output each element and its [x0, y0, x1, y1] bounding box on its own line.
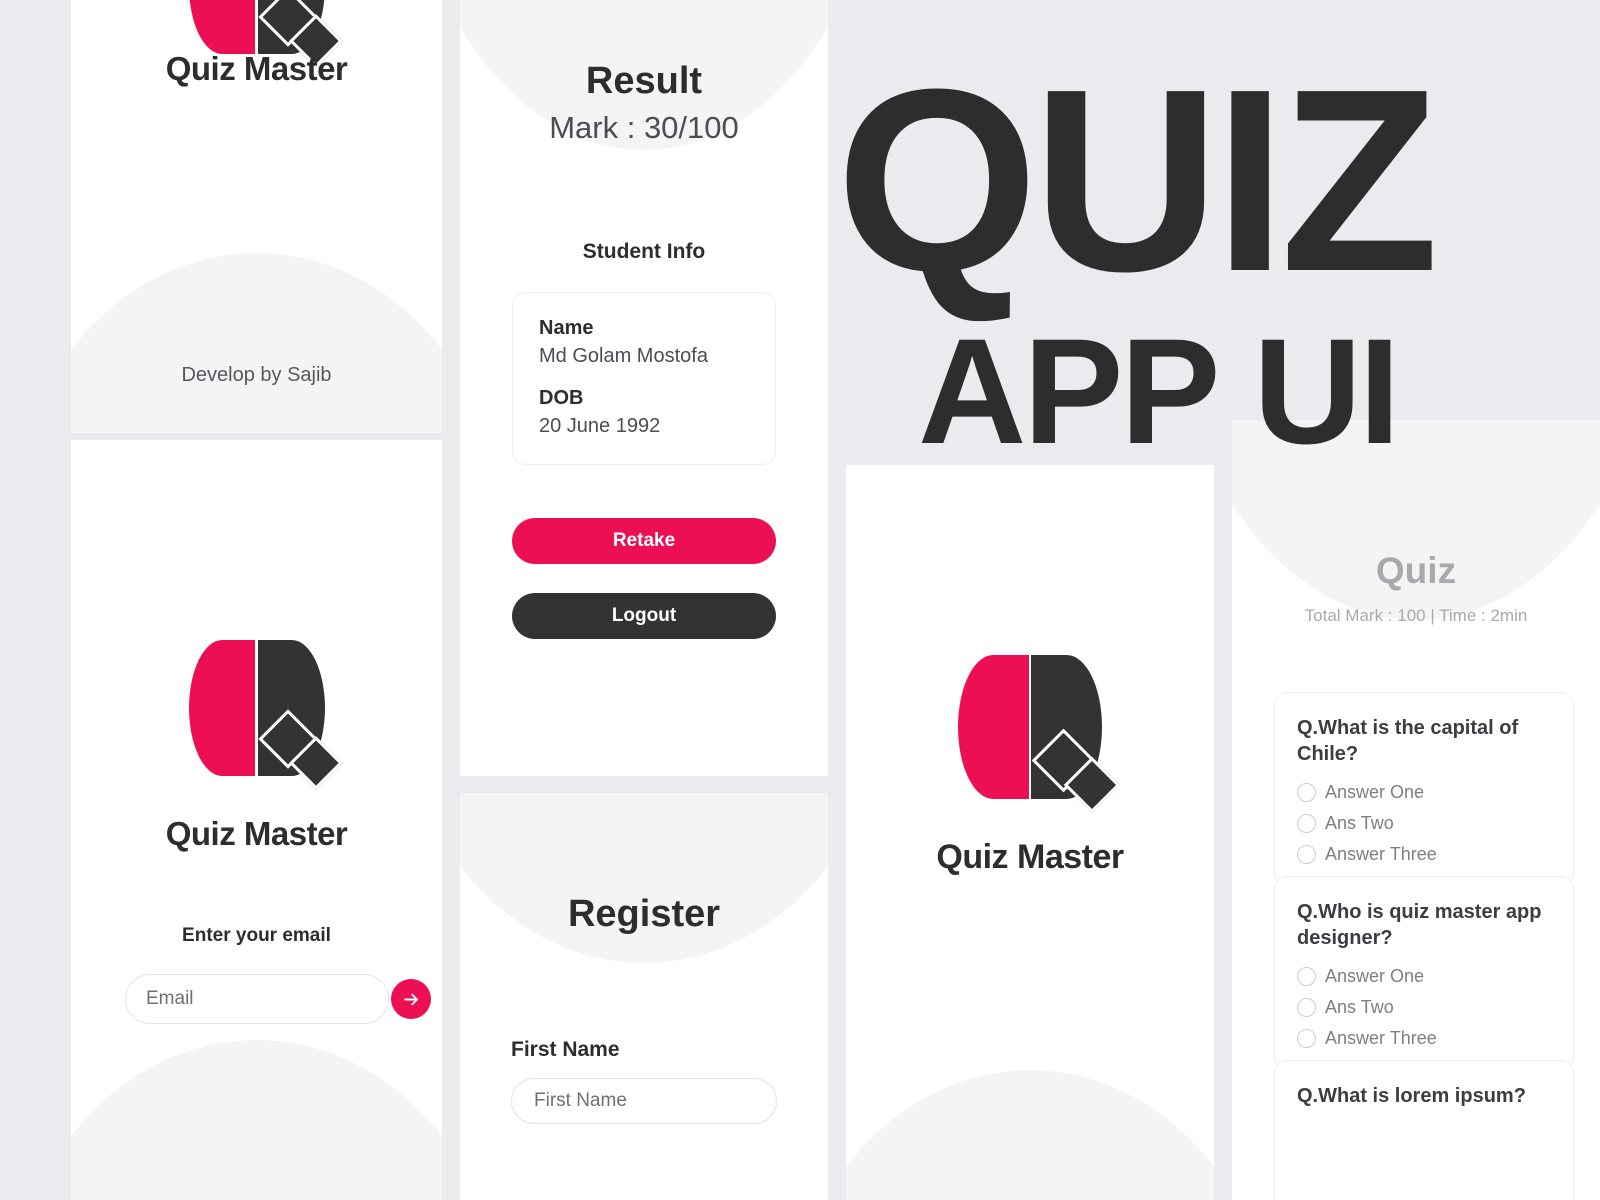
radio-icon[interactable] — [1297, 813, 1316, 833]
splash-top-brand: Quiz Master — [165, 50, 348, 87]
question-text: Q.Who is quiz master app designer? — [1297, 901, 1542, 950]
question-card: Q.What is lorem ipsum? — [1274, 1060, 1574, 1200]
student-name-value: Md Golam Mostofa — [539, 345, 708, 367]
question-text: Q.What is lorem ipsum? — [1297, 1085, 1526, 1107]
first-name-input[interactable] — [534, 1090, 779, 1112]
email-input-row[interactable] — [125, 974, 431, 1024]
answer-options: Answer One Ans Two Answer Three — [1297, 966, 1551, 1049]
email-input[interactable] — [146, 988, 391, 1010]
quiz-master-logo-icon — [188, 640, 343, 790]
design-board: QUIZ APP UI Quiz Master Develop by Sajib… — [0, 0, 1600, 1200]
splash-top-bottom-arc — [71, 253, 442, 433]
answer-option[interactable]: Answer One — [1297, 782, 1457, 803]
answer-option[interactable]: Ans Two — [1297, 813, 1394, 834]
answer-option[interactable]: Ans Two — [1297, 997, 1394, 1018]
quiz-master-logo-icon — [188, 0, 343, 68]
login-brand: Quiz Master — [165, 815, 348, 852]
answer-option-label: Ans Two — [1325, 996, 1394, 1017]
radio-icon[interactable] — [1297, 844, 1316, 864]
radio-icon[interactable] — [1297, 1028, 1316, 1048]
logout-button[interactable]: Logout — [512, 593, 776, 639]
answer-option[interactable]: Answer One — [1297, 966, 1457, 987]
question-text: Q.What is the capital of Chile? — [1297, 717, 1519, 766]
arrow-right-icon[interactable] — [391, 979, 431, 1019]
result-mark: Mark : 30/100 — [549, 110, 739, 145]
answer-option-label: Answer Three — [1325, 1027, 1437, 1048]
splash-screen-bottom: Quiz Master — [846, 465, 1214, 1200]
student-info-card: Name Md Golam Mostofa DOB 20 June 1992 — [512, 292, 776, 465]
login-bottom-arc — [71, 1040, 442, 1200]
answer-option-label: Answer One — [1325, 781, 1425, 802]
student-name-label: Name — [539, 317, 594, 339]
splash-screen-top: Quiz Master Develop by Sajib — [71, 0, 442, 433]
first-name-input-row[interactable] — [511, 1078, 779, 1124]
student-info-heading: Student Info — [582, 240, 706, 263]
retake-button[interactable]: Retake — [512, 518, 776, 564]
radio-icon[interactable] — [1297, 782, 1316, 802]
quiz-title: Quiz — [1375, 550, 1457, 591]
login-email-label: Enter your email — [182, 925, 331, 946]
logo-left-half — [958, 655, 1029, 799]
answer-option[interactable]: Answer Three — [1297, 844, 1551, 865]
result-title: Result — [585, 60, 703, 102]
student-dob-label: DOB — [539, 387, 584, 409]
radio-icon[interactable] — [1297, 997, 1316, 1017]
student-dob-value: 20 June 1992 — [539, 415, 661, 437]
question-card: Q.What is the capital of Chile? Answer O… — [1274, 692, 1574, 886]
splash-top-footer: Develop by Sajib — [181, 364, 332, 386]
splash-bottom-arc — [846, 1070, 1214, 1200]
first-name-label: First Name — [511, 1038, 620, 1061]
question-card: Q.Who is quiz master app designer? Answe… — [1274, 876, 1574, 1070]
quiz-master-logo-icon — [958, 655, 1121, 814]
answer-option-label: Answer Three — [1325, 843, 1437, 864]
register-header-arc — [460, 793, 828, 963]
splash-bottom-brand: Quiz Master — [936, 838, 1124, 876]
hero-line-quiz: QUIZ — [836, 36, 1439, 326]
answer-option-label: Answer One — [1325, 965, 1425, 986]
logo-left-half — [188, 640, 256, 776]
hero-line-app-ui: APP UI — [918, 307, 1400, 476]
answer-option-label: Ans Two — [1325, 812, 1394, 833]
register-title: Register — [567, 893, 721, 935]
radio-icon[interactable] — [1297, 966, 1316, 986]
answer-option[interactable]: Answer Three — [1297, 1028, 1551, 1049]
quiz-meta: Total Mark : 100 | Time : 2min — [1304, 606, 1528, 625]
register-screen: Register First Name — [460, 793, 828, 1200]
answer-options: Answer One Ans Two Answer Three — [1297, 782, 1551, 865]
logo-left-half — [188, 0, 256, 54]
quiz-screen: Quiz Total Mark : 100 | Time : 2min Q.Wh… — [1232, 420, 1600, 1200]
hero-title-block: QUIZ APP UI — [836, 36, 1496, 476]
result-screen: Result Mark : 30/100 Student Info Name M… — [460, 0, 828, 776]
login-screen: Quiz Master Enter your email — [71, 440, 442, 1200]
